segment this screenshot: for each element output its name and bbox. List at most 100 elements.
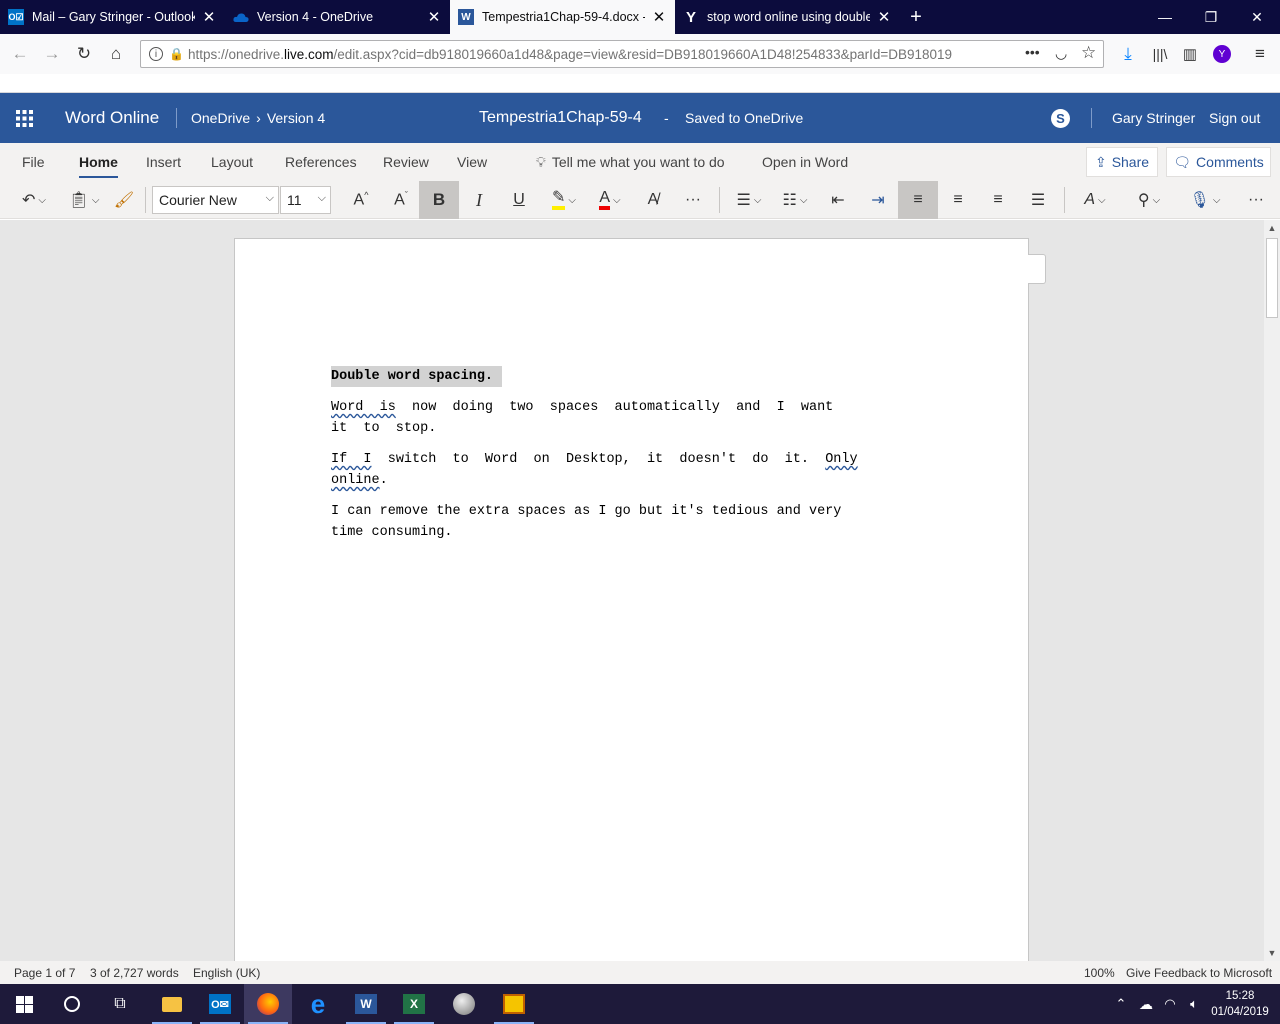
back-button[interactable]: ← [4, 38, 36, 70]
format-painter-button[interactable]: 🖌︎ [110, 181, 138, 219]
numbering-button[interactable]: ☷ ⌵ [774, 181, 816, 219]
taskbar-edge[interactable]: e [294, 984, 342, 1024]
home-button[interactable]: ⌂ [100, 38, 132, 70]
menu-button[interactable]: ≡ [1244, 38, 1276, 70]
tab-yahoo-search[interactable]: Y stop word online using double ✕ [675, 0, 900, 34]
downloads-button[interactable]: ⤓ [1112, 38, 1144, 70]
spelling-flag[interactable]: Word is [331, 400, 396, 415]
grow-font-button[interactable]: A^ [344, 181, 378, 219]
more-options-button[interactable]: ··· [1240, 181, 1272, 219]
more-font-options-button[interactable]: ··· [676, 181, 710, 219]
user-name[interactable]: Gary Stringer [1112, 93, 1195, 143]
taskbar-firefox[interactable] [244, 984, 292, 1024]
show-hidden-icons-button[interactable]: ⌃ [1108, 984, 1134, 1024]
profile-button[interactable]: Y [1206, 38, 1238, 70]
window-close-button[interactable]: ✕ [1234, 0, 1280, 34]
tray-network[interactable]: ◠ [1158, 984, 1182, 1024]
close-icon[interactable]: ✕ [201, 8, 217, 26]
paragraph-2-line-2[interactable]: online. [331, 470, 388, 491]
tab-file[interactable]: File [22, 143, 45, 181]
font-name-dropdown[interactable]: Courier New ⌵ [152, 186, 279, 214]
page-count[interactable]: Page 1 of 7 [14, 966, 75, 980]
share-button[interactable]: ⇪ Share [1086, 147, 1158, 177]
document-page[interactable]: Double word spacing. Word is now doing t… [234, 238, 1029, 961]
justify-button[interactable]: ☰ [1020, 181, 1056, 219]
underline-button[interactable]: U [500, 181, 538, 219]
decrease-indent-button[interactable]: ⇤ [820, 181, 856, 219]
highlight-button[interactable]: ✎ ⌵ [544, 181, 584, 219]
bookmark-star-icon[interactable]: ☆ [1081, 43, 1096, 63]
language[interactable]: English (UK) [193, 966, 260, 980]
paragraph-1-line-1[interactable]: Word is now doing two spaces automatical… [331, 397, 833, 418]
info-icon[interactable]: i [149, 47, 163, 61]
url-text[interactable]: https://onedrive.live.com/edit.aspx?cid=… [188, 47, 978, 62]
font-color-button[interactable]: A ⌵ [590, 181, 630, 219]
align-right-button[interactable]: ≡ [980, 181, 1016, 219]
page-actions-icon[interactable]: ••• [1025, 44, 1040, 60]
taskbar-app[interactable] [440, 984, 488, 1024]
tab-word-document[interactable]: W Tempestria1Chap-59-4.docx - M ✕ [450, 0, 675, 34]
reload-button[interactable]: ↻ [68, 38, 100, 70]
paragraph-1-line-2[interactable]: it to stop. [331, 418, 436, 439]
tab-home[interactable]: Home [79, 143, 118, 181]
spelling-flag[interactable]: If I [331, 452, 372, 467]
taskbar-file-explorer[interactable] [148, 984, 196, 1024]
dictate-button[interactable]: 🎙︎ ⌵ [1184, 181, 1226, 219]
taskbar-outlook[interactable]: O✉ [196, 984, 244, 1024]
restore-button[interactable]: ❐ [1188, 0, 1234, 34]
align-left-button[interactable]: ≡ [898, 181, 938, 219]
styles-button[interactable]: A ⌵ [1074, 181, 1116, 219]
paste-button[interactable]: 📋︎ ⌵ [64, 181, 104, 219]
tab-outlook[interactable]: O☑ Mail – Gary Stringer - Outlook ✕ [0, 0, 225, 34]
tab-onedrive[interactable]: Version 4 - OneDrive ✕ [225, 0, 450, 34]
clock[interactable]: 15:28 01/04/2019 [1206, 988, 1274, 1020]
app-launcher-button[interactable] [16, 93, 33, 143]
start-button[interactable] [0, 984, 48, 1024]
new-tab-button[interactable]: + [900, 0, 932, 34]
comments-button[interactable]: 🗨︎ Comments [1166, 147, 1271, 177]
sidebar-button[interactable]: ▥ [1174, 38, 1206, 70]
scrollbar-thumb[interactable] [1266, 238, 1278, 318]
breadcrumb-onedrive[interactable]: OneDrive [191, 110, 250, 126]
zoom-level[interactable]: 100% [1084, 966, 1115, 980]
tab-layout[interactable]: Layout [211, 143, 253, 181]
bold-button[interactable]: B [419, 181, 459, 219]
clear-formatting-button[interactable]: A̸ [638, 181, 668, 219]
minimize-button[interactable]: — [1142, 0, 1188, 34]
task-view-button[interactable]: ⧉ [96, 984, 144, 1024]
skype-button[interactable]: S [1051, 93, 1070, 143]
taskbar-word[interactable]: W [342, 984, 390, 1024]
sign-out-link[interactable]: Sign out [1209, 93, 1260, 143]
bullets-button[interactable]: ☰ ⌵ [728, 181, 770, 219]
open-in-word-button[interactable]: Open in Word [762, 143, 848, 181]
taskbar-presentation-app[interactable] [490, 984, 538, 1024]
close-icon[interactable]: ✕ [651, 8, 667, 26]
tab-view[interactable]: View [457, 143, 487, 181]
scroll-up-arrow-icon[interactable]: ▲ [1264, 220, 1280, 236]
undo-button[interactable]: ↶ ⌵ [14, 181, 54, 219]
tab-references[interactable]: References [285, 143, 357, 181]
breadcrumb-folder[interactable]: Version 4 [267, 110, 325, 126]
pocket-icon[interactable]: ◡ [1055, 45, 1067, 62]
tell-me-box[interactable]: 💡︎ Tell me what you want to do [536, 143, 725, 181]
taskbar-excel[interactable]: X [390, 984, 438, 1024]
document-title[interactable]: Tempestria1Chap-59-4 [479, 93, 642, 143]
cortana-button[interactable] [48, 984, 96, 1024]
tray-cloud[interactable]: ☁ [1134, 984, 1158, 1024]
paragraph-2-line-1[interactable]: If I switch to Word on Desktop, it doesn… [331, 449, 858, 470]
tab-review[interactable]: Review [383, 143, 429, 181]
tray-volume[interactable]: 🔈︎ [1182, 984, 1206, 1024]
spelling-flag[interactable]: Only [825, 452, 857, 467]
shrink-font-button[interactable]: Aˇ [384, 181, 418, 219]
comment-margin-tab[interactable] [1028, 254, 1046, 284]
vertical-scrollbar[interactable]: ▲ ▼ [1264, 220, 1280, 961]
paragraph-3-line-1[interactable]: I can remove the extra spaces as I go bu… [331, 501, 841, 522]
close-icon[interactable]: ✕ [876, 8, 892, 26]
tab-insert[interactable]: Insert [146, 143, 181, 181]
document-heading[interactable]: Double word spacing. [331, 366, 503, 387]
scroll-down-arrow-icon[interactable]: ▼ [1264, 945, 1280, 961]
word-count[interactable]: 3 of 2,727 words [90, 966, 179, 980]
library-button[interactable]: |||\ [1144, 38, 1176, 70]
spelling-flag[interactable]: online [331, 473, 380, 488]
increase-indent-button[interactable]: ⇥ [860, 181, 896, 219]
